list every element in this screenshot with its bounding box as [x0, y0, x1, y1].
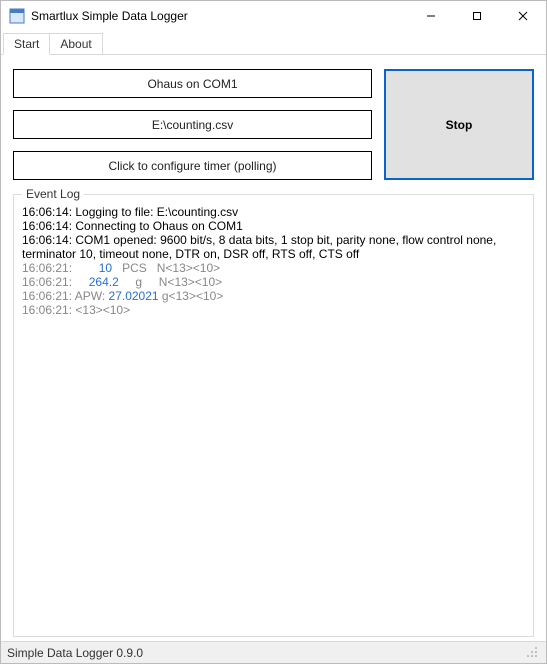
maximize-button[interactable]: [454, 1, 500, 31]
tab-start-label: Start: [14, 37, 39, 51]
log-line: 16:06:14: Connecting to Ohaus on COM1: [22, 219, 525, 233]
file-button[interactable]: E:\counting.csv: [13, 110, 372, 139]
app-window: Smartlux Simple Data Logger Start About …: [0, 0, 547, 664]
timer-button[interactable]: Click to configure timer (polling): [13, 151, 372, 180]
file-button-label: E:\counting.csv: [152, 118, 233, 132]
tab-about-label: About: [60, 37, 91, 51]
log-line: 16:06:21: <13><10>: [22, 303, 525, 317]
tabstrip: Start About: [1, 31, 546, 55]
timer-button-label: Click to configure timer (polling): [108, 159, 276, 173]
log-line: 16:06:14: COM1 opened: 9600 bit/s, 8 dat…: [22, 233, 525, 261]
event-log-legend: Event Log: [22, 187, 84, 201]
log-line: 16:06:21: APW: 27.02021 g<13><10>: [22, 289, 525, 303]
log-line: 16:06:21: 264.2 g N<13><10>: [22, 275, 525, 289]
log-line: 16:06:14: Logging to file: E:\counting.c…: [22, 205, 525, 219]
stop-button[interactable]: Stop: [384, 69, 534, 180]
window-title: Smartlux Simple Data Logger: [31, 9, 408, 23]
resize-grip-icon[interactable]: [526, 646, 540, 660]
app-icon: [9, 8, 25, 24]
config-buttons: Ohaus on COM1 E:\counting.csv Click to c…: [13, 69, 372, 180]
client-area: Ohaus on COM1 E:\counting.csv Click to c…: [1, 55, 546, 641]
tab-about[interactable]: About: [49, 33, 102, 54]
window-controls: [408, 1, 546, 31]
statusbar: Simple Data Logger 0.9.0: [1, 641, 546, 663]
stop-button-label: Stop: [446, 118, 473, 132]
device-button[interactable]: Ohaus on COM1: [13, 69, 372, 98]
titlebar: Smartlux Simple Data Logger: [1, 1, 546, 31]
config-row: Ohaus on COM1 E:\counting.csv Click to c…: [13, 69, 534, 180]
device-button-label: Ohaus on COM1: [147, 77, 237, 91]
status-text: Simple Data Logger 0.9.0: [7, 646, 143, 660]
tab-start[interactable]: Start: [3, 33, 50, 55]
close-button[interactable]: [500, 1, 546, 31]
event-log-group: Event Log 16:06:14: Logging to file: E:\…: [13, 194, 534, 637]
log-line: 16:06:21: 10 PCS N<13><10>: [22, 261, 525, 275]
event-log[interactable]: 16:06:14: Logging to file: E:\counting.c…: [22, 205, 525, 628]
minimize-button[interactable]: [408, 1, 454, 31]
